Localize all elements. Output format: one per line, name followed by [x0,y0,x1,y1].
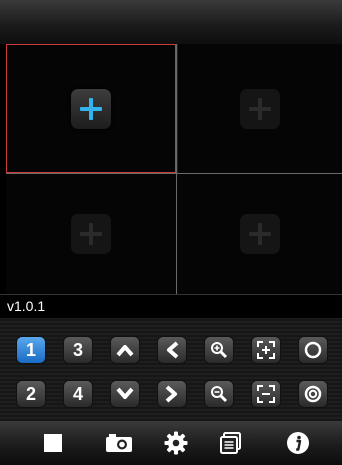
channel-2-button[interactable]: 2 [16,380,46,408]
channel-2-label: 2 [25,383,36,404]
video-cell-3[interactable] [6,174,176,294]
add-camera-icon[interactable] [71,214,111,254]
zoom-out-icon [211,386,228,403]
stop-icon [44,434,62,452]
chevron-up-icon [116,345,134,357]
info-icon [287,432,309,454]
channel-4-button[interactable]: 4 [63,380,93,408]
info-button[interactable] [270,421,326,465]
channel-4-label: 4 [72,383,83,404]
video-cell-2[interactable] [177,44,342,173]
tilt-down-button[interactable] [110,380,140,408]
video-cell-4[interactable] [177,174,342,294]
iris-close-button[interactable] [298,380,328,408]
control-panel: 1 3 2 4 [0,318,342,421]
tilt-up-button[interactable] [110,336,140,364]
chevron-right-icon [165,385,177,403]
iris-open-icon [304,341,322,359]
playback-list-button[interactable] [203,421,259,465]
zoom-in-icon [211,342,228,359]
snapshot-button[interactable] [91,421,147,465]
chevron-down-icon [116,387,134,399]
chevron-left-icon [167,341,179,359]
add-camera-icon[interactable] [240,88,280,129]
grid-divider-vertical [176,44,177,294]
zoom-in-button[interactable] [204,336,234,364]
pan-right-button[interactable] [157,380,187,408]
version-label: v1.0.1 [7,298,46,314]
settings-button[interactable] [148,421,204,465]
bottom-tab-bar [0,421,342,465]
stop-button[interactable] [25,421,81,465]
version-bar: v1.0.1 [0,294,342,318]
grid-divider-horizontal [6,173,342,174]
add-camera-icon[interactable] [71,88,111,129]
add-camera-icon[interactable] [239,214,280,254]
zoom-out-button[interactable] [204,380,234,408]
focus-near-button[interactable] [251,336,281,364]
channel-1-label: 1 [25,339,36,360]
playback-list-icon [220,432,241,454]
settings-gear-icon [164,431,188,455]
top-bar [0,0,342,45]
pan-left-button[interactable] [157,336,187,364]
channel-1-button[interactable]: 1 [16,336,46,364]
video-cell-1[interactable] [6,44,176,173]
focus-far-button[interactable] [251,380,281,408]
focus-far-icon [257,385,275,403]
iris-close-icon [304,385,322,403]
snapshot-camera-icon [106,434,132,452]
video-grid [0,44,342,294]
channel-3-button[interactable]: 3 [63,336,93,364]
channel-3-label: 3 [72,339,83,360]
focus-near-icon [257,341,275,359]
iris-open-button[interactable] [298,336,328,364]
